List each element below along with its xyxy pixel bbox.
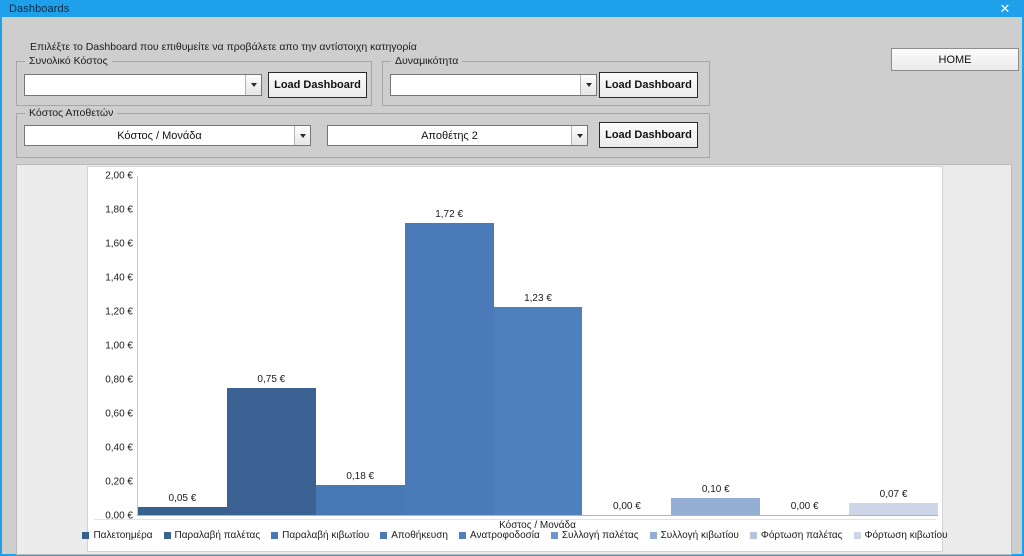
legend-swatch-icon bbox=[649, 532, 657, 539]
legend-label: Παραλαβή παλέτας bbox=[174, 530, 261, 541]
load-dashboard-warehouse-button[interactable]: Load Dashboard bbox=[599, 122, 698, 148]
capacity-combo[interactable] bbox=[390, 74, 597, 96]
legend-swatch-icon bbox=[458, 532, 466, 539]
legend-swatch-icon bbox=[380, 532, 388, 539]
bar-slot: 0,05 € bbox=[138, 176, 227, 515]
bar[interactable]: 0,07 € bbox=[849, 489, 939, 515]
bar-slot: 0,75 € bbox=[226, 176, 316, 515]
bar-value-label: 0,07 € bbox=[879, 489, 908, 501]
bar-slot: 1,72 € bbox=[404, 176, 494, 515]
chevron-down-icon[interactable] bbox=[294, 126, 310, 145]
legend-swatch-icon bbox=[550, 532, 558, 539]
legend-label: Φόρτωση κιβωτίου bbox=[864, 530, 948, 541]
bar-value-label: 0,10 € bbox=[701, 484, 730, 496]
legend-item[interactable]: Ανατροφοδοσία bbox=[458, 530, 540, 541]
legend-divider bbox=[94, 519, 936, 520]
legend-swatch-icon bbox=[163, 532, 171, 539]
warehouse-metric-combo[interactable]: Κόστος / Μονάδα bbox=[24, 125, 311, 146]
chevron-down-icon[interactable] bbox=[245, 75, 261, 95]
legend-label: Παραλαβή κιβωτίου bbox=[282, 530, 370, 541]
legend-item[interactable]: Παραλαβή κιβωτίου bbox=[271, 530, 369, 541]
bar-value-label: 0,00 € bbox=[612, 501, 641, 512]
bar-value-label: 0,75 € bbox=[257, 373, 286, 385]
y-axis-tick-label: 0,20 € bbox=[105, 476, 133, 488]
y-axis-tick-label: 1,20 € bbox=[105, 306, 133, 318]
chart-plot-area: 2,00 € 1,80 € 1,60 € 1,40 € 1,20 € 1,00 € 0,80… bbox=[105, 171, 939, 531]
home-button[interactable]: HOME bbox=[891, 48, 1019, 71]
y-axis-tick-label: 0,60 € bbox=[105, 408, 133, 420]
legend-label: Συλλογή παλέτας bbox=[561, 530, 639, 541]
window-title: Dashboards bbox=[9, 2, 70, 15]
instruction-text: Επιλέξτε το Dashboard που επιθυμείτε να … bbox=[30, 41, 417, 53]
load-dashboard-total-cost-button[interactable]: Load Dashboard bbox=[268, 72, 367, 98]
legend-item[interactable]: Συλλογή παλέτας bbox=[550, 530, 639, 541]
bar-value-label: 0,00 € bbox=[790, 501, 819, 512]
legend-label: Φόρτωση παλέτας bbox=[760, 530, 843, 541]
bar-value-label: 0,18 € bbox=[346, 470, 375, 482]
legend-label: Συλλογή κιβωτίου bbox=[660, 530, 739, 541]
legend-swatch-icon bbox=[853, 532, 861, 539]
y-axis-tick-label: 2,00 € bbox=[105, 170, 133, 182]
legend-label: Αποθήκευση bbox=[391, 530, 448, 541]
bar[interactable]: 1,23 € bbox=[493, 293, 583, 515]
chart-card: 2,00 € 1,80 € 1,60 € 1,40 € 1,20 € 1,00 € 0,80… bbox=[82, 166, 948, 552]
y-axis-tick-label: 1,00 € bbox=[105, 340, 133, 352]
bar[interactable]: 0,05 € bbox=[138, 493, 227, 515]
warehouse-select-combo-value: Αποθέτης 2 bbox=[421, 129, 478, 142]
bar-series: 0,05 € 0,75 € 0,18 € 1,72 € 1,23 € 0,00 € 0,10… bbox=[138, 176, 939, 515]
bar-slot: 0,18 € bbox=[315, 176, 405, 515]
y-axis-tick-label: 0,40 € bbox=[105, 442, 133, 454]
legend-swatch-icon bbox=[271, 532, 279, 539]
bar[interactable]: 0,75 € bbox=[226, 374, 316, 515]
y-axis-tick-label: 1,40 € bbox=[105, 272, 133, 284]
warehouse-metric-combo-value: Κόστος / Μονάδα bbox=[117, 129, 202, 142]
legend-item[interactable]: Φόρτωση παλέτας bbox=[749, 530, 843, 541]
legend-item[interactable]: Παλετοημέρα bbox=[82, 530, 153, 541]
bar-slot: 1,23 € bbox=[493, 176, 583, 515]
bar-slot: 0,07 € bbox=[849, 176, 939, 515]
legend-item[interactable]: Αποθήκευση bbox=[380, 530, 448, 541]
chart-panel: 2,00 € 1,80 € 1,60 € 1,40 € 1,20 € 1,00 € 0,80… bbox=[16, 164, 1012, 555]
group-warehouse-cost-label: Κόστος Αποθετών bbox=[25, 107, 118, 119]
bar[interactable]: 0,18 € bbox=[315, 471, 405, 515]
legend-swatch-icon bbox=[82, 532, 90, 539]
bar-slot: 0,10 € bbox=[671, 176, 761, 515]
group-capacity-label: Δυναμικότητα bbox=[391, 55, 463, 67]
window-content: Επιλέξτε το Dashboard που επιθυμείτε να … bbox=[2, 17, 1022, 555]
legend-item[interactable]: Συλλογή κιβωτίου bbox=[649, 530, 739, 541]
y-axis-tick-label: 0,80 € bbox=[105, 374, 133, 386]
load-dashboard-capacity-button[interactable]: Load Dashboard bbox=[599, 72, 698, 98]
x-axis-line bbox=[137, 515, 938, 516]
bar-slot: 0,00 € bbox=[760, 176, 849, 515]
dashboards-window: Dashboards ✕ Επιλέξτε το Dashboard που ε… bbox=[0, 0, 1024, 556]
bar[interactable]: 1,72 € bbox=[404, 209, 494, 515]
legend-item[interactable]: Παραλαβή παλέτας bbox=[163, 530, 261, 541]
legend-swatch-icon bbox=[749, 532, 757, 539]
group-total-cost-label: Συνολικό Κόστος bbox=[25, 55, 112, 67]
y-axis-tick-label: 1,60 € bbox=[105, 238, 133, 250]
bar-value-label: 0,05 € bbox=[168, 492, 197, 504]
bar-value-label: 1,72 € bbox=[435, 209, 464, 221]
legend-label: Παλετοημέρα bbox=[93, 530, 153, 541]
legend-label: Ανατροφοδοσία bbox=[469, 530, 540, 541]
window-titlebar: Dashboards ✕ bbox=[2, 0, 1022, 17]
legend-item[interactable]: Φόρτωση κιβωτίου bbox=[853, 530, 948, 541]
chevron-down-icon[interactable] bbox=[580, 75, 596, 95]
bar-value-label: 1,23 € bbox=[524, 292, 552, 304]
bar[interactable]: 0,10 € bbox=[671, 484, 761, 515]
y-axis-tick-label: 1,80 € bbox=[105, 204, 133, 216]
close-icon[interactable]: ✕ bbox=[988, 0, 1022, 17]
warehouse-select-combo[interactable]: Αποθέτης 2 bbox=[327, 125, 588, 146]
total-cost-combo[interactable] bbox=[24, 74, 262, 96]
chevron-down-icon[interactable] bbox=[571, 126, 587, 145]
bar-slot: 0,00 € bbox=[582, 176, 671, 515]
chart-legend: Παλετοημέρα Παραλαβή παλέτας Παραλαβή κιβω… bbox=[82, 530, 948, 541]
